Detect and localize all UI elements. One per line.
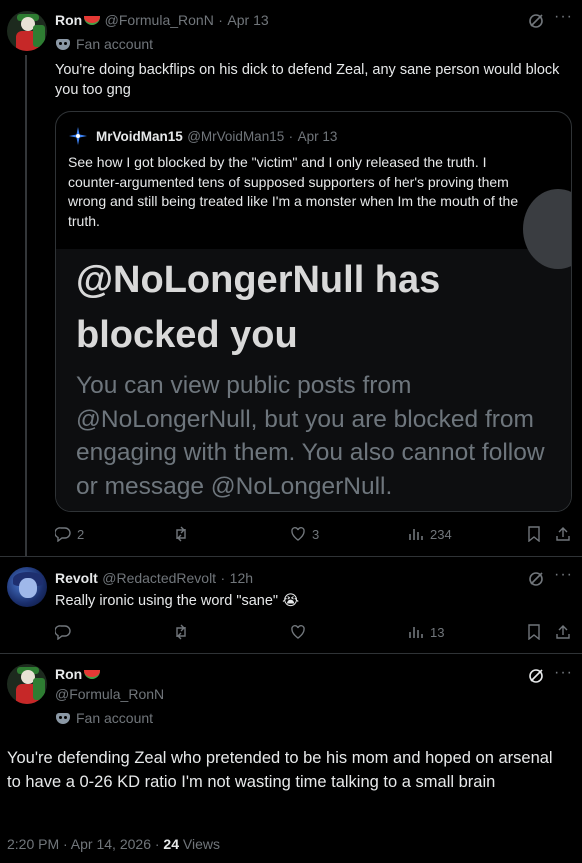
avatar[interactable] bbox=[7, 664, 47, 704]
mask-icon bbox=[56, 712, 70, 724]
watermelon-emoji-icon bbox=[84, 16, 101, 26]
quote-author-name: MrVoidMan15 bbox=[96, 129, 183, 144]
divider bbox=[0, 556, 582, 557]
heart-icon bbox=[291, 526, 305, 541]
author-name-row: Ron bbox=[55, 666, 101, 684]
watermelon-emoji-icon bbox=[84, 670, 101, 680]
like-button[interactable] bbox=[290, 624, 312, 640]
reply-icon bbox=[55, 625, 71, 640]
quote-text: See how I got blocked by the "victim" an… bbox=[68, 154, 519, 229]
post-time[interactable]: 12h bbox=[230, 570, 253, 586]
heart-icon bbox=[291, 624, 305, 639]
more-options-icon[interactable]: ··· bbox=[554, 566, 573, 584]
grok-icon[interactable] bbox=[528, 668, 544, 684]
reply-button[interactable] bbox=[55, 624, 77, 640]
bookmark-icon[interactable] bbox=[526, 624, 542, 640]
author-name[interactable]: Ron bbox=[55, 666, 82, 682]
post-time[interactable]: Apr 13 bbox=[227, 12, 268, 28]
more-options-icon[interactable]: ··· bbox=[554, 8, 573, 26]
post-timestamp-row: 2:20 PM · Apr 14, 2026 · 24 Views bbox=[7, 836, 220, 852]
divider bbox=[0, 653, 582, 654]
repost-button[interactable] bbox=[173, 526, 195, 542]
badge-label: Fan account bbox=[76, 710, 154, 726]
quote-time: Apr 13 bbox=[297, 129, 338, 144]
analytics-icon bbox=[409, 529, 423, 540]
fan-account-badge: Fan account bbox=[56, 710, 153, 726]
quote-header: MrVoidMan15 @MrVoidMan15 · Apr 13 bbox=[96, 128, 337, 146]
views-count: 13 bbox=[430, 624, 445, 640]
separator: · bbox=[220, 570, 226, 586]
grok-icon[interactable] bbox=[528, 13, 544, 29]
avatar[interactable] bbox=[7, 11, 47, 51]
post-header: Revolt @RedactedRevolt · 12h bbox=[55, 570, 253, 588]
bookmark-icon[interactable] bbox=[526, 526, 542, 542]
views-label: Views bbox=[182, 836, 220, 852]
grok-icon[interactable] bbox=[528, 571, 544, 587]
views-count: 24 bbox=[163, 836, 179, 852]
author-handle[interactable]: @RedactedRevolt bbox=[102, 570, 216, 586]
views-button[interactable]: 234 bbox=[408, 526, 452, 542]
avatar[interactable] bbox=[7, 567, 47, 607]
repost-icon bbox=[176, 526, 186, 542]
share-icon[interactable] bbox=[555, 624, 571, 640]
post-text: Really ironic using the word "sane" 😭 bbox=[55, 593, 300, 609]
separator: · bbox=[288, 129, 294, 144]
views-button[interactable]: 13 bbox=[408, 624, 444, 640]
reply-button[interactable]: 2 bbox=[55, 526, 84, 542]
quote-author-handle: @MrVoidMan15 bbox=[187, 129, 285, 144]
quote-avatar-sparkle-icon bbox=[68, 126, 88, 146]
fan-account-badge: Fan account bbox=[56, 36, 153, 52]
quoted-post[interactable]: MrVoidMan15 @MrVoidMan15 · Apr 13 See ho… bbox=[55, 111, 572, 512]
share-icon[interactable] bbox=[555, 526, 571, 542]
repost-button[interactable] bbox=[173, 624, 195, 640]
post-time[interactable]: 2:20 PM · Apr 14, 2026 · bbox=[7, 836, 160, 852]
image-subtitle: You can view public posts from @NoLonger… bbox=[76, 372, 545, 500]
views-count: 234 bbox=[430, 526, 452, 542]
like-count: 3 bbox=[312, 526, 320, 542]
like-button[interactable]: 3 bbox=[290, 526, 319, 542]
image-title: @NoLongerNull has blocked you bbox=[76, 259, 441, 356]
reply-count: 2 bbox=[77, 526, 85, 542]
more-options-icon[interactable]: ··· bbox=[554, 664, 573, 682]
author-handle[interactable]: @Formula_RonN bbox=[105, 12, 214, 28]
author-name[interactable]: Ron bbox=[55, 12, 82, 28]
reply-icon bbox=[55, 527, 71, 542]
author-handle[interactable]: @Formula_RonN bbox=[55, 686, 164, 702]
analytics-icon bbox=[409, 627, 423, 638]
author-name[interactable]: Revolt bbox=[55, 570, 98, 586]
mask-icon bbox=[56, 38, 70, 50]
badge-label: Fan account bbox=[76, 36, 154, 52]
quote-image[interactable]: @NoLongerNull has blocked you You can vi… bbox=[56, 189, 571, 511]
separator: · bbox=[218, 12, 223, 28]
post-text: You're doing backflips on his dick to de… bbox=[55, 62, 560, 98]
post-header: Ron @Formula_RonN · Apr 13 bbox=[55, 12, 269, 30]
thread-line bbox=[25, 55, 27, 557]
repost-icon bbox=[176, 624, 186, 640]
post-text: You're defending Zeal who pretended to b… bbox=[7, 749, 553, 791]
